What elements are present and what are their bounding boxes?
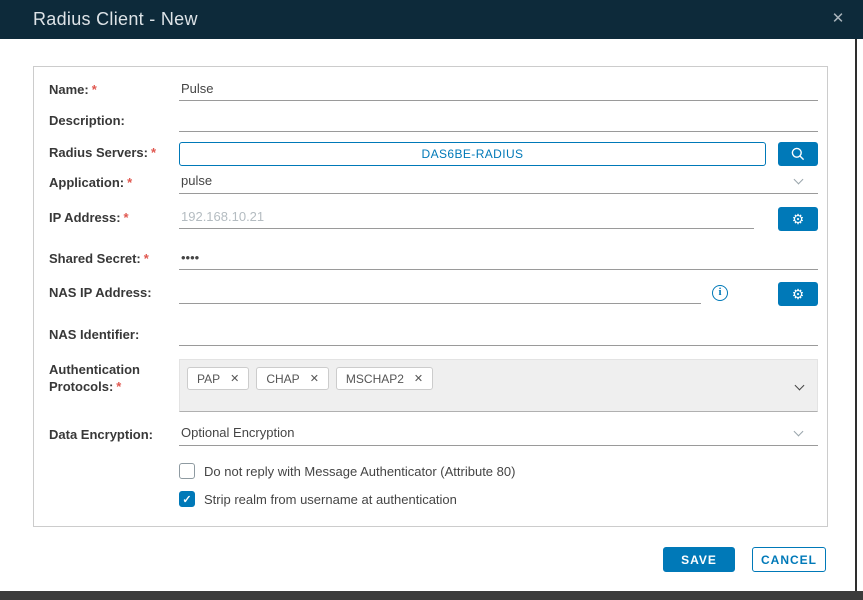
required-marker: * bbox=[91, 82, 97, 97]
strip-realm-label: Strip realm from username at authenticat… bbox=[204, 491, 457, 507]
message-authenticator-checkbox[interactable] bbox=[179, 463, 195, 479]
radius-servers-row: Radius Servers: * DAS6BE-RADIUS bbox=[49, 142, 818, 166]
description-row: Description: bbox=[49, 110, 818, 132]
ip-address-label: IP Address: * bbox=[49, 210, 129, 225]
name-row: Name: * bbox=[49, 79, 818, 101]
chevron-down-icon bbox=[793, 426, 804, 437]
application-label: Application: * bbox=[49, 175, 133, 190]
tag-label: CHAP bbox=[266, 371, 300, 386]
authentication-protocols-multiselect[interactable]: PAP ✕ CHAP ✕ MSCHAP2 ✕ bbox=[179, 359, 818, 412]
required-marker: * bbox=[151, 145, 157, 160]
application-select[interactable]: pulse bbox=[179, 172, 818, 194]
chevron-down-icon bbox=[793, 174, 804, 185]
window-right-border bbox=[855, 39, 857, 591]
window-bottom-border bbox=[0, 591, 863, 600]
application-row: Application: * pulse bbox=[49, 172, 818, 194]
description-label: Description: bbox=[49, 113, 125, 128]
authentication-protocols-row: Authentication Protocols: * PAP ✕ CHAP ✕ … bbox=[49, 359, 818, 412]
message-authenticator-row: Do not reply with Message Authenticator … bbox=[49, 463, 818, 485]
ip-address-input[interactable] bbox=[179, 207, 754, 229]
radius-servers-search-button[interactable] bbox=[778, 142, 818, 166]
shared-secret-input[interactable] bbox=[179, 248, 818, 270]
remove-tag-icon[interactable]: ✕ bbox=[310, 372, 319, 385]
dialog-title: Radius Client - New bbox=[33, 9, 198, 29]
nas-ip-settings-button[interactable]: ⚙ bbox=[778, 282, 818, 306]
shared-secret-row: Shared Secret: * bbox=[49, 248, 818, 270]
protocol-tag-pap: PAP ✕ bbox=[187, 367, 250, 390]
required-marker: * bbox=[123, 210, 129, 225]
nas-identifier-input[interactable] bbox=[179, 324, 818, 346]
shared-secret-label: Shared Secret: * bbox=[49, 251, 149, 266]
radius-servers-value: DAS6BE-RADIUS bbox=[421, 147, 524, 161]
data-encryption-select[interactable]: Optional Encryption bbox=[179, 424, 818, 446]
protocol-tag-chap: CHAP ✕ bbox=[256, 367, 329, 390]
remove-tag-icon[interactable]: ✕ bbox=[230, 372, 239, 385]
gear-icon: ⚙ bbox=[791, 211, 805, 227]
required-marker: * bbox=[127, 175, 133, 190]
tag-label: MSCHAP2 bbox=[345, 371, 404, 386]
dialog-footer: SAVE CANCEL bbox=[663, 547, 826, 572]
required-marker: * bbox=[143, 251, 149, 266]
nas-ip-address-label: NAS IP Address: bbox=[49, 285, 152, 300]
data-encryption-label: Data Encryption: bbox=[49, 427, 154, 442]
search-icon bbox=[791, 147, 805, 161]
authentication-protocols-label: Authentication Protocols: * bbox=[49, 362, 140, 394]
info-icon[interactable]: i bbox=[712, 285, 728, 301]
application-value: pulse bbox=[181, 173, 213, 188]
name-input[interactable] bbox=[179, 79, 818, 101]
protocol-tag-mschap2: MSCHAP2 ✕ bbox=[335, 367, 434, 390]
nas-ip-address-row: NAS IP Address: i ⚙ bbox=[49, 282, 818, 306]
ip-address-row: IP Address:* ⚙ bbox=[49, 207, 818, 231]
nas-ip-address-input[interactable] bbox=[179, 282, 701, 304]
close-icon[interactable]: ✕ bbox=[827, 8, 849, 30]
remove-tag-icon[interactable]: ✕ bbox=[414, 372, 423, 385]
radius-servers-value-box[interactable]: DAS6BE-RADIUS bbox=[179, 142, 766, 166]
strip-realm-checkbox[interactable]: ✓ bbox=[179, 491, 195, 507]
radius-servers-label: Radius Servers: * bbox=[49, 145, 157, 160]
data-encryption-value: Optional Encryption bbox=[181, 425, 295, 440]
tag-label: PAP bbox=[197, 371, 221, 386]
nas-identifier-row: NAS Identifier: bbox=[49, 324, 818, 346]
strip-realm-row: ✓ Strip realm from username at authentic… bbox=[49, 491, 818, 513]
protocol-tags: PAP ✕ CHAP ✕ MSCHAP2 ✕ bbox=[187, 367, 817, 390]
description-input[interactable] bbox=[179, 110, 818, 132]
ip-address-settings-button[interactable]: ⚙ bbox=[778, 207, 818, 231]
message-authenticator-label: Do not reply with Message Authenticator … bbox=[204, 463, 516, 479]
radius-client-form-panel: Name:* Description: Radius Servers:* DAS… bbox=[33, 66, 828, 527]
dialog-titlebar: Radius Client - New ✕ bbox=[0, 0, 863, 39]
data-encryption-row: Data Encryption: Optional Encryption bbox=[49, 424, 818, 446]
nas-identifier-label: NAS Identifier: bbox=[49, 327, 140, 342]
name-label: Name: * bbox=[49, 82, 97, 97]
cancel-button[interactable]: CANCEL bbox=[752, 547, 826, 572]
gear-icon: ⚙ bbox=[791, 286, 805, 302]
required-marker: * bbox=[116, 379, 122, 394]
save-button[interactable]: SAVE bbox=[663, 547, 735, 572]
